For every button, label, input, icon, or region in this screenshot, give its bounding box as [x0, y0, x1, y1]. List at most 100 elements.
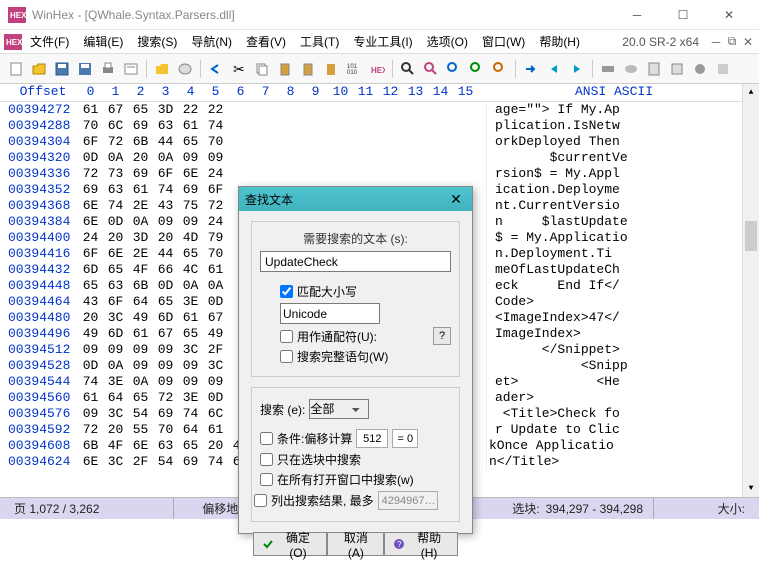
goto-icon[interactable]: [521, 59, 541, 79]
search-scope-label: 搜索 (e):: [260, 401, 305, 418]
binary-icon[interactable]: 101010: [344, 59, 364, 79]
hex-row[interactable]: 003943367273696F6E24rsion$ = My.Appl: [0, 166, 742, 182]
mdi-close-icon[interactable]: ✕: [741, 35, 755, 49]
menu-window[interactable]: 窗口(W): [476, 30, 531, 53]
whole-words-checkbox[interactable]: 搜索完整语句(W): [280, 348, 451, 365]
maximize-button[interactable]: ☐: [661, 1, 705, 29]
menu-navigate[interactable]: 导航(N): [185, 30, 238, 53]
wildcard-char-box[interactable]: ?: [433, 327, 451, 345]
back-icon[interactable]: [544, 59, 564, 79]
ascii-header: ANSI ASCII: [486, 84, 742, 101]
save-as-icon[interactable]: [75, 59, 95, 79]
delete-icon[interactable]: [321, 59, 341, 79]
dialog-close-button[interactable]: ✕: [446, 190, 466, 208]
cancel-button[interactable]: 取消(A): [327, 532, 384, 556]
close-button[interactable]: ✕: [707, 1, 751, 29]
scope-select[interactable]: 全部: [309, 399, 369, 419]
cond-offset-checkbox[interactable]: [260, 432, 273, 445]
sb-sel-label: 选块:: [512, 500, 539, 517]
scroll-up-icon[interactable]: ▲: [743, 84, 759, 101]
open-icon[interactable]: [29, 59, 49, 79]
cond-offset-label: 条件:偏移计算: [277, 430, 352, 447]
menu-specialist[interactable]: 专业工具(I): [347, 30, 418, 53]
scroll-thumb[interactable]: [745, 221, 757, 251]
folder-icon[interactable]: [152, 59, 172, 79]
gear-icon[interactable]: [690, 59, 710, 79]
cond-val2[interactable]: = 0: [392, 429, 418, 448]
svg-text:010: 010: [347, 70, 358, 76]
menu-file[interactable]: 文件(F): [24, 30, 75, 53]
svg-text:HEX: HEX: [6, 38, 22, 47]
hex-row[interactable]: 003943046F726B446570orkDeployed Then: [0, 134, 742, 150]
all-windows-checkbox[interactable]: 在所有打开窗口中搜索(w): [260, 471, 451, 488]
mdi-minimize-icon[interactable]: ─: [709, 35, 723, 49]
menu-view[interactable]: 查看(V): [240, 30, 292, 53]
hex-row[interactable]: 00394288706C69636174plication.IsNetw: [0, 118, 742, 134]
sb-page: 页 1,072 / 3,262: [4, 498, 174, 519]
paste-icon[interactable]: [275, 59, 295, 79]
disk2-icon[interactable]: [621, 59, 641, 79]
svg-text:?: ?: [397, 540, 402, 549]
menu-edit[interactable]: 编辑(E): [77, 30, 129, 53]
template-icon[interactable]: [667, 59, 687, 79]
svg-text:HEX: HEX: [10, 11, 26, 20]
svg-text:HEX: HEX: [371, 66, 385, 75]
undo-icon[interactable]: [206, 59, 226, 79]
copy-icon[interactable]: [252, 59, 272, 79]
toolbar: ✂ 101010 HEX: [0, 54, 759, 84]
offset-header: Offset: [0, 84, 78, 101]
replace-icon[interactable]: [467, 59, 487, 79]
menu-help[interactable]: 帮助(H): [533, 30, 586, 53]
vertical-scrollbar[interactable]: ▲ ▼: [742, 84, 759, 497]
help-button[interactable]: ?帮助(H): [384, 532, 458, 556]
wildcard-label: 用作通配符(U):: [297, 328, 377, 345]
replace-hex-icon[interactable]: [490, 59, 510, 79]
menu-options[interactable]: 选项(O): [421, 30, 474, 53]
bytes-header: 0123456789101112131415: [78, 84, 486, 101]
search-label: 需要搜索的文本 (s):: [260, 230, 451, 247]
list-results-label: 列出搜索结果, 最多: [271, 492, 374, 509]
mdi-restore-icon[interactable]: ⧉: [725, 35, 739, 49]
titlebar: HEX WinHex - [QWhale.Syntax.Parsers.dll]…: [0, 0, 759, 30]
find-hex-icon[interactable]: [421, 59, 441, 79]
find-text-icon[interactable]: [444, 59, 464, 79]
sb-sel-value: 394,297 - 394,298: [546, 502, 643, 516]
disk-icon[interactable]: [175, 59, 195, 79]
find-text-dialog: 查找文本 ✕ 需要搜索的文本 (s): UpdateCheck 匹配大小写 Un…: [238, 186, 473, 534]
new-icon[interactable]: [6, 59, 26, 79]
hex-editor: Offset 0123456789101112131415 ANSI ASCII…: [0, 84, 759, 497]
hex-row[interactable]: 003942726167653D2222age=""> If My.Ap: [0, 102, 742, 118]
minimize-button[interactable]: ─: [615, 1, 659, 29]
menu-tools[interactable]: 工具(T): [294, 30, 345, 53]
cond-val1[interactable]: 512: [356, 429, 388, 448]
properties-icon[interactable]: [121, 59, 141, 79]
forward-icon[interactable]: [567, 59, 587, 79]
encoding-select[interactable]: Unicode: [280, 303, 380, 324]
match-case-checkbox[interactable]: 匹配大小写: [280, 283, 451, 300]
mdi-icon: HEX: [4, 34, 22, 50]
list-results-checkbox[interactable]: [254, 494, 267, 507]
version-label: 20.0 SR-2 x64: [622, 35, 699, 49]
scroll-down-icon[interactable]: ▼: [743, 480, 759, 497]
search-input[interactable]: UpdateCheck: [260, 251, 451, 272]
paste-special-icon[interactable]: [298, 59, 318, 79]
list-max-box: 4294967…: [378, 491, 438, 510]
tool-icon[interactable]: [713, 59, 733, 79]
wildcard-checkbox[interactable]: [280, 330, 293, 343]
find-icon[interactable]: [398, 59, 418, 79]
print-icon[interactable]: [98, 59, 118, 79]
sb-size-label: 大小:: [654, 498, 755, 519]
app-icon: HEX: [8, 7, 26, 23]
save-icon[interactable]: [52, 59, 72, 79]
menubar: HEX 文件(F) 编辑(E) 搜索(S) 导航(N) 查看(V) 工具(T) …: [0, 30, 759, 54]
menu-search[interactable]: 搜索(S): [131, 30, 183, 53]
hex-icon[interactable]: HEX: [367, 59, 387, 79]
cut-icon[interactable]: ✂: [229, 59, 249, 79]
ram-icon[interactable]: [598, 59, 618, 79]
svg-text:✂: ✂: [233, 61, 245, 77]
calc-icon[interactable]: [644, 59, 664, 79]
selection-only-checkbox[interactable]: 只在选块中搜索: [260, 451, 451, 468]
ok-button[interactable]: 确定(O): [253, 532, 327, 556]
window-title: WinHex - [QWhale.Syntax.Parsers.dll]: [32, 8, 615, 22]
hex-row[interactable]: 003943200D0A200A0909 $currentVe: [0, 150, 742, 166]
